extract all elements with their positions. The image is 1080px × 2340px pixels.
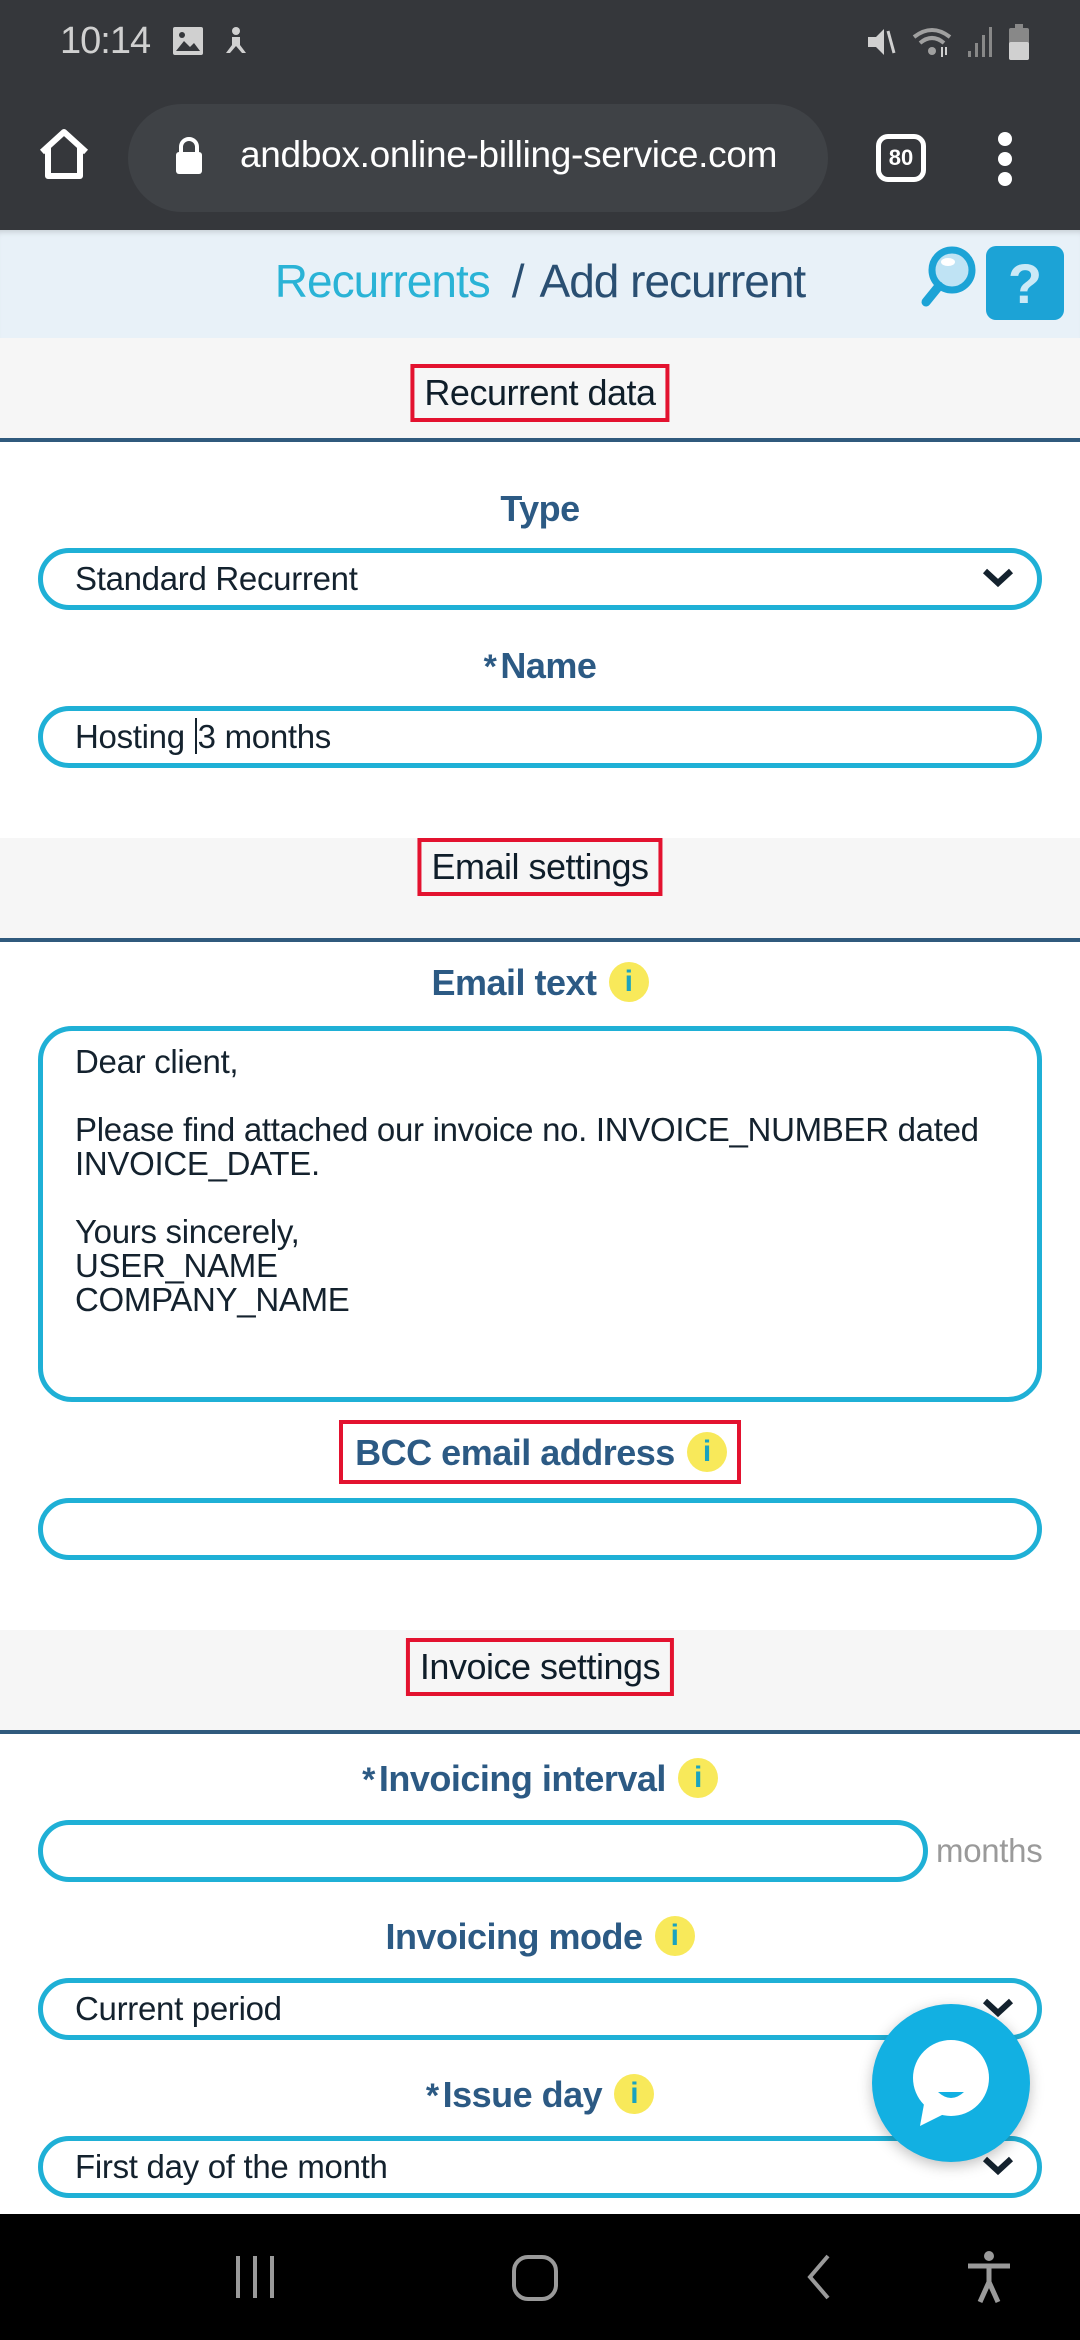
name-input[interactable]: Hosting 3 months	[38, 706, 1042, 768]
status-bar: 10:14	[0, 0, 1080, 84]
home-icon	[39, 129, 89, 179]
invoicing-interval-label: * Invoicing interval i	[0, 1758, 1080, 1800]
required-asterisk: *	[483, 648, 497, 686]
accessibility-nav-button[interactable]	[964, 2250, 1014, 2309]
name-label-text: Name	[500, 645, 597, 686]
lock-icon	[174, 136, 204, 181]
back-icon	[807, 2254, 830, 2300]
email-text-label-text: Email text	[431, 962, 597, 1003]
required-asterisk: *	[425, 2077, 439, 2115]
chat-bubble-icon	[913, 2040, 989, 2126]
search-icon	[921, 246, 976, 307]
breadcrumb-current: Add recurrent	[539, 255, 807, 307]
page-header: Recurrents / Add recurrent ?	[0, 230, 1080, 338]
section-title-email-settings: Email settings	[417, 838, 663, 896]
info-icon[interactable]: i	[654, 1916, 695, 1957]
vibrate-mute-icon	[864, 25, 898, 64]
type-label: Type	[500, 488, 580, 529]
info-icon[interactable]: i	[614, 2074, 655, 2115]
invoicing-mode-select-value: Current period	[75, 1990, 282, 2027]
back-nav-button[interactable]	[804, 2254, 834, 2305]
more-vert-dot	[998, 152, 1012, 166]
signal-icon	[966, 25, 994, 64]
invoicing-mode-label-text: Invoicing mode	[385, 1916, 643, 1957]
home-circle-icon	[512, 2255, 558, 2301]
search-button[interactable]	[918, 246, 978, 312]
name-input-value-end: 3 months	[197, 718, 332, 755]
accessibility-icon	[968, 2251, 1010, 2304]
text-caret	[194, 718, 197, 754]
recent-apps-button[interactable]	[232, 2254, 278, 2305]
issue-day-select-value: First day of the month	[75, 2148, 388, 2185]
email-text-textarea[interactable]: Dear client, Please find attached our in…	[38, 1026, 1042, 1402]
invoicing-mode-label: Invoicing mode i	[0, 1916, 1080, 1958]
type-select-value: Standard Recurrent	[75, 560, 358, 597]
section-title-recurrent-data: Recurrent data	[410, 364, 670, 422]
more-vert-icon	[998, 132, 1012, 146]
issue-day-label-text: Issue day	[442, 2074, 603, 2115]
bcc-email-label: BCC email address i	[0, 1420, 1080, 1484]
section-email-settings: Email settings	[0, 838, 1080, 942]
section-invoice-settings: Invoice settings	[0, 1630, 1080, 1734]
required-asterisk: *	[362, 1761, 375, 1799]
recent-apps-icon	[236, 2256, 274, 2298]
tab-switcher-button[interactable]: 80	[876, 134, 926, 182]
battery-icon	[1008, 24, 1030, 65]
info-icon[interactable]: i	[608, 962, 649, 1003]
browser-home-button[interactable]	[36, 126, 92, 182]
chevron-down-icon	[982, 568, 1014, 588]
breadcrumb-recurrents-link[interactable]: Recurrents	[275, 255, 491, 307]
info-icon[interactable]: i	[677, 1758, 718, 1799]
chat-button[interactable]	[872, 2004, 1030, 2162]
breadcrumb-separator: /	[511, 255, 525, 307]
bcc-email-input[interactable]	[38, 1498, 1042, 1560]
invoicing-interval-suffix: months	[936, 1832, 1043, 1869]
help-button[interactable]: ?	[986, 246, 1064, 320]
type-select[interactable]: Standard Recurrent	[38, 548, 1042, 610]
section-recurrent-data: Recurrent data	[0, 338, 1080, 442]
browser-menu-button[interactable]	[990, 132, 1020, 188]
wifi-icon	[912, 25, 952, 64]
invoicing-interval-input[interactable]	[38, 1820, 928, 1882]
home-nav-button[interactable]	[510, 2254, 560, 2307]
info-icon[interactable]: i	[686, 1432, 727, 1473]
url-bar[interactable]: andbox.online-billing-service.com	[128, 104, 828, 212]
bcc-email-label-highlight: BCC email address i	[339, 1420, 741, 1484]
url-text[interactable]: andbox.online-billing-service.com	[240, 134, 777, 176]
name-label: * Name	[0, 645, 1080, 687]
invoicing-interval-label-text: Invoicing interval	[378, 1758, 667, 1799]
status-time: 10:14	[60, 20, 151, 62]
email-text-label: Email text i	[0, 962, 1080, 1004]
name-input-value-start: Hosting	[75, 718, 194, 755]
more-vert-dot	[998, 172, 1012, 186]
gallery-icon	[172, 26, 204, 65]
system-navigation-bar	[0, 2214, 1080, 2340]
browser-toolbar: andbox.online-billing-service.com 80	[0, 84, 1080, 230]
bcc-email-label-text: BCC email address	[355, 1432, 675, 1473]
section-title-invoice-settings: Invoice settings	[405, 1638, 675, 1696]
accessibility-person-icon	[222, 26, 250, 65]
